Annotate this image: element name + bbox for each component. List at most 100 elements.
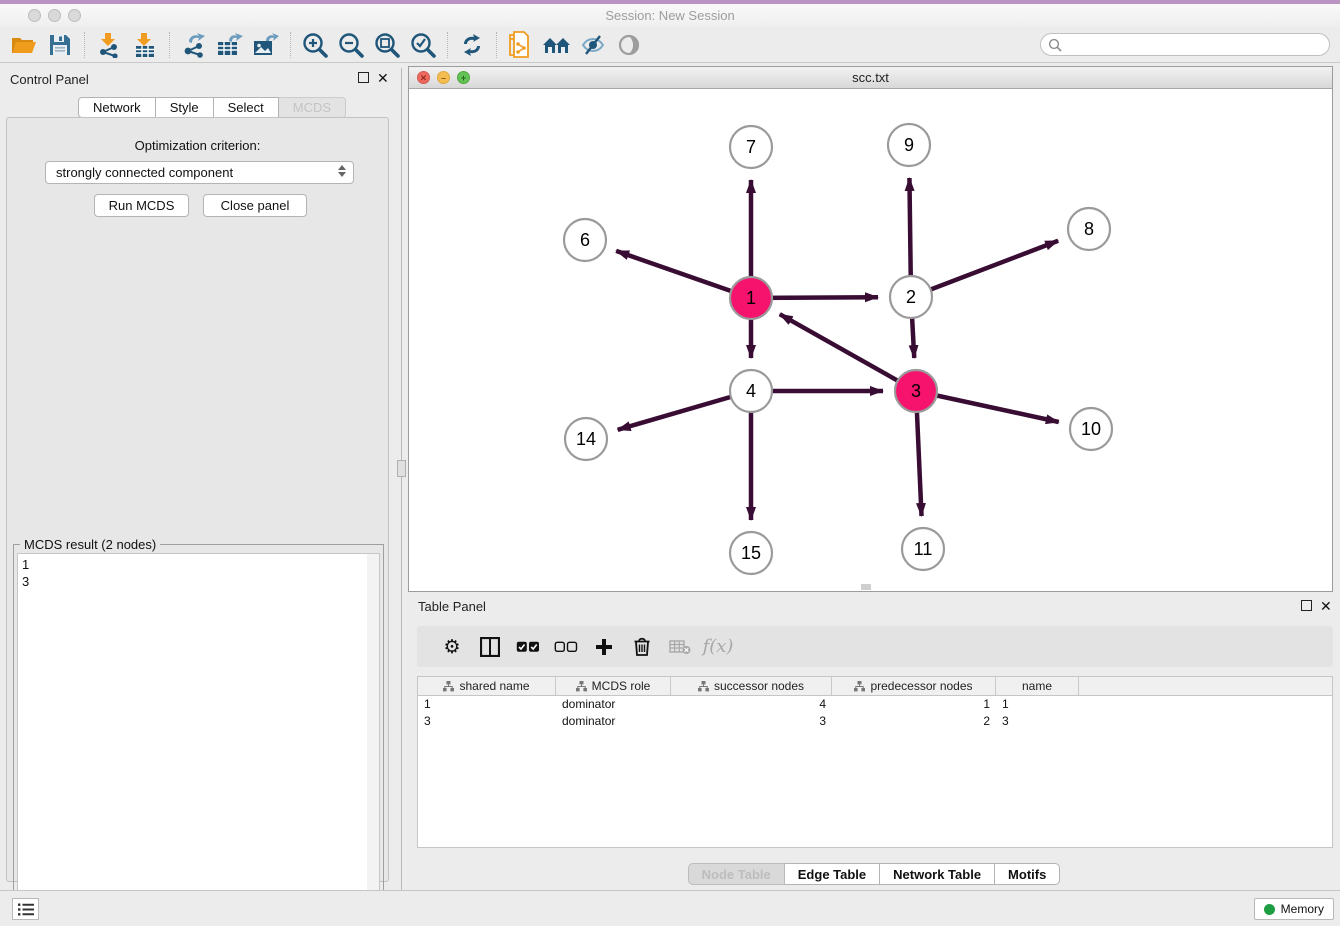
table-panel: Table Panel ✕ ⚙ (408, 595, 1340, 890)
dropdown-arrows-icon (338, 165, 346, 177)
export-network-button[interactable] (176, 29, 212, 61)
table-body: 1dominator4113dominator323 (418, 696, 1332, 730)
close-panel-button[interactable]: Close panel (203, 194, 307, 217)
run-mcds-button[interactable]: Run MCDS (94, 194, 189, 217)
zoom-fit-icon (374, 32, 400, 58)
zoom-in-icon (302, 32, 328, 58)
save-session-button[interactable] (42, 29, 78, 61)
shared-column-icon (854, 681, 865, 692)
splitter-handle[interactable] (397, 460, 406, 477)
tab-select[interactable]: Select (214, 97, 279, 118)
search-input[interactable] (1040, 33, 1330, 56)
zoom-selected-button[interactable] (405, 29, 441, 61)
export-image-button[interactable] (248, 29, 284, 61)
node-label-1: 1 (746, 288, 756, 308)
refresh-icon (459, 32, 485, 58)
zoom-fit-button[interactable] (369, 29, 405, 61)
shared-column-icon (576, 681, 587, 692)
task-history-button[interactable] (12, 898, 39, 920)
delete-table-icon (669, 639, 691, 655)
network-resize-grip[interactable] (861, 584, 871, 590)
column-header-shared-name[interactable]: shared name (418, 677, 556, 695)
column-label: successor nodes (714, 679, 804, 693)
close-table-panel-icon[interactable]: ✕ (1320, 598, 1332, 615)
zoom-out-button[interactable] (333, 29, 369, 61)
list-icon (18, 903, 34, 916)
panel-splitter[interactable] (401, 68, 402, 890)
memory-label: Memory (1281, 902, 1324, 916)
tab-network-table[interactable]: Network Table (880, 863, 995, 885)
memory-button[interactable]: Memory (1254, 898, 1334, 920)
column-settings-button[interactable]: ⚙ (433, 632, 471, 662)
network-overview-button[interactable] (503, 29, 539, 61)
node-label-8: 8 (1084, 219, 1094, 239)
cell-name[interactable]: 1 (996, 696, 1079, 713)
table-row[interactable]: 3dominator323 (418, 713, 1332, 730)
apply-layout-button[interactable] (454, 29, 490, 61)
network-graph-canvas[interactable]: 7968124314101511 (409, 89, 1332, 591)
column-header-MCDS-role[interactable]: MCDS role (556, 677, 671, 695)
open-session-button[interactable] (6, 29, 42, 61)
import-table-button[interactable] (127, 29, 163, 61)
export-image-icon (253, 32, 279, 58)
select-all-button[interactable] (509, 632, 547, 662)
cell-MCDS-role[interactable]: dominator (556, 696, 671, 713)
control-panel: Control Panel ✕ NetworkStyleSelectMCDS O… (0, 68, 395, 890)
show-graphics-details-button[interactable] (611, 29, 647, 61)
edge-2-8[interactable] (911, 241, 1058, 297)
close-panel-icon[interactable]: ✕ (377, 70, 389, 87)
node-label-2: 2 (906, 287, 916, 307)
delete-table-button[interactable] (661, 632, 699, 662)
column-label: predecessor nodes (870, 679, 972, 693)
optimization-criterion-select[interactable]: strongly connected component (45, 161, 354, 184)
memory-status-icon (1264, 904, 1275, 915)
export-network-icon (181, 32, 207, 58)
table-row[interactable]: 1dominator411 (418, 696, 1332, 713)
home-button[interactable] (539, 29, 575, 61)
tab-network[interactable]: Network (78, 97, 156, 118)
column-header-successor-nodes[interactable]: successor nodes (671, 677, 832, 695)
tab-style[interactable]: Style (156, 97, 214, 118)
application-window: Session: New Session (0, 0, 1340, 926)
apply-function-button[interactable]: f(x) (699, 632, 737, 662)
cell-successor-nodes[interactable]: 4 (671, 696, 832, 713)
cell-shared-name[interactable]: 3 (418, 713, 556, 730)
optimization-criterion-label: Optimization criterion: (7, 138, 388, 153)
network-window-titlebar[interactable]: ✕ – + scc.txt (409, 67, 1332, 89)
mcds-result-textarea[interactable]: 13 (17, 553, 380, 914)
split-view-button[interactable] (471, 632, 509, 662)
table-panel-title: Table Panel (418, 599, 486, 614)
tab-motifs[interactable]: Motifs (995, 863, 1060, 885)
unselect-all-button[interactable] (547, 632, 585, 662)
column-label: shared name (459, 679, 529, 693)
cell-predecessor-nodes[interactable]: 1 (832, 696, 996, 713)
column-header-name[interactable]: name (996, 677, 1079, 695)
hide-graphics-details-button[interactable] (575, 29, 611, 61)
main-toolbar (0, 27, 1340, 63)
toolbar-separator (290, 32, 291, 58)
tab-edge-table[interactable]: Edge Table (785, 863, 880, 885)
column-header-predecessor-nodes[interactable]: predecessor nodes (832, 677, 996, 695)
result-scrollbar[interactable] (367, 554, 379, 913)
export-table-button[interactable] (212, 29, 248, 61)
cell-shared-name[interactable]: 1 (418, 696, 556, 713)
table-header-row: shared name MCDS role successor nodes prede… (418, 677, 1332, 696)
import-network-button[interactable] (91, 29, 127, 61)
home-icon (542, 34, 572, 56)
toolbar-separator (169, 32, 170, 58)
zoom-in-button[interactable] (297, 29, 333, 61)
table-toolbar: ⚙ (417, 626, 1333, 667)
delete-column-button[interactable] (623, 632, 661, 662)
result-line: 1 (22, 556, 375, 573)
cell-MCDS-role[interactable]: dominator (556, 713, 671, 730)
cell-name[interactable]: 3 (996, 713, 1079, 730)
float-table-panel-icon[interactable] (1301, 600, 1312, 611)
add-column-button[interactable] (585, 632, 623, 662)
tab-node-table[interactable]: Node Table (688, 863, 785, 885)
node-label-10: 10 (1081, 419, 1101, 439)
cell-predecessor-nodes[interactable]: 2 (832, 713, 996, 730)
float-panel-icon[interactable] (358, 72, 369, 83)
tab-mcds[interactable]: MCDS (279, 97, 346, 118)
cell-successor-nodes[interactable]: 3 (671, 713, 832, 730)
edge-3-1[interactable] (780, 314, 916, 391)
